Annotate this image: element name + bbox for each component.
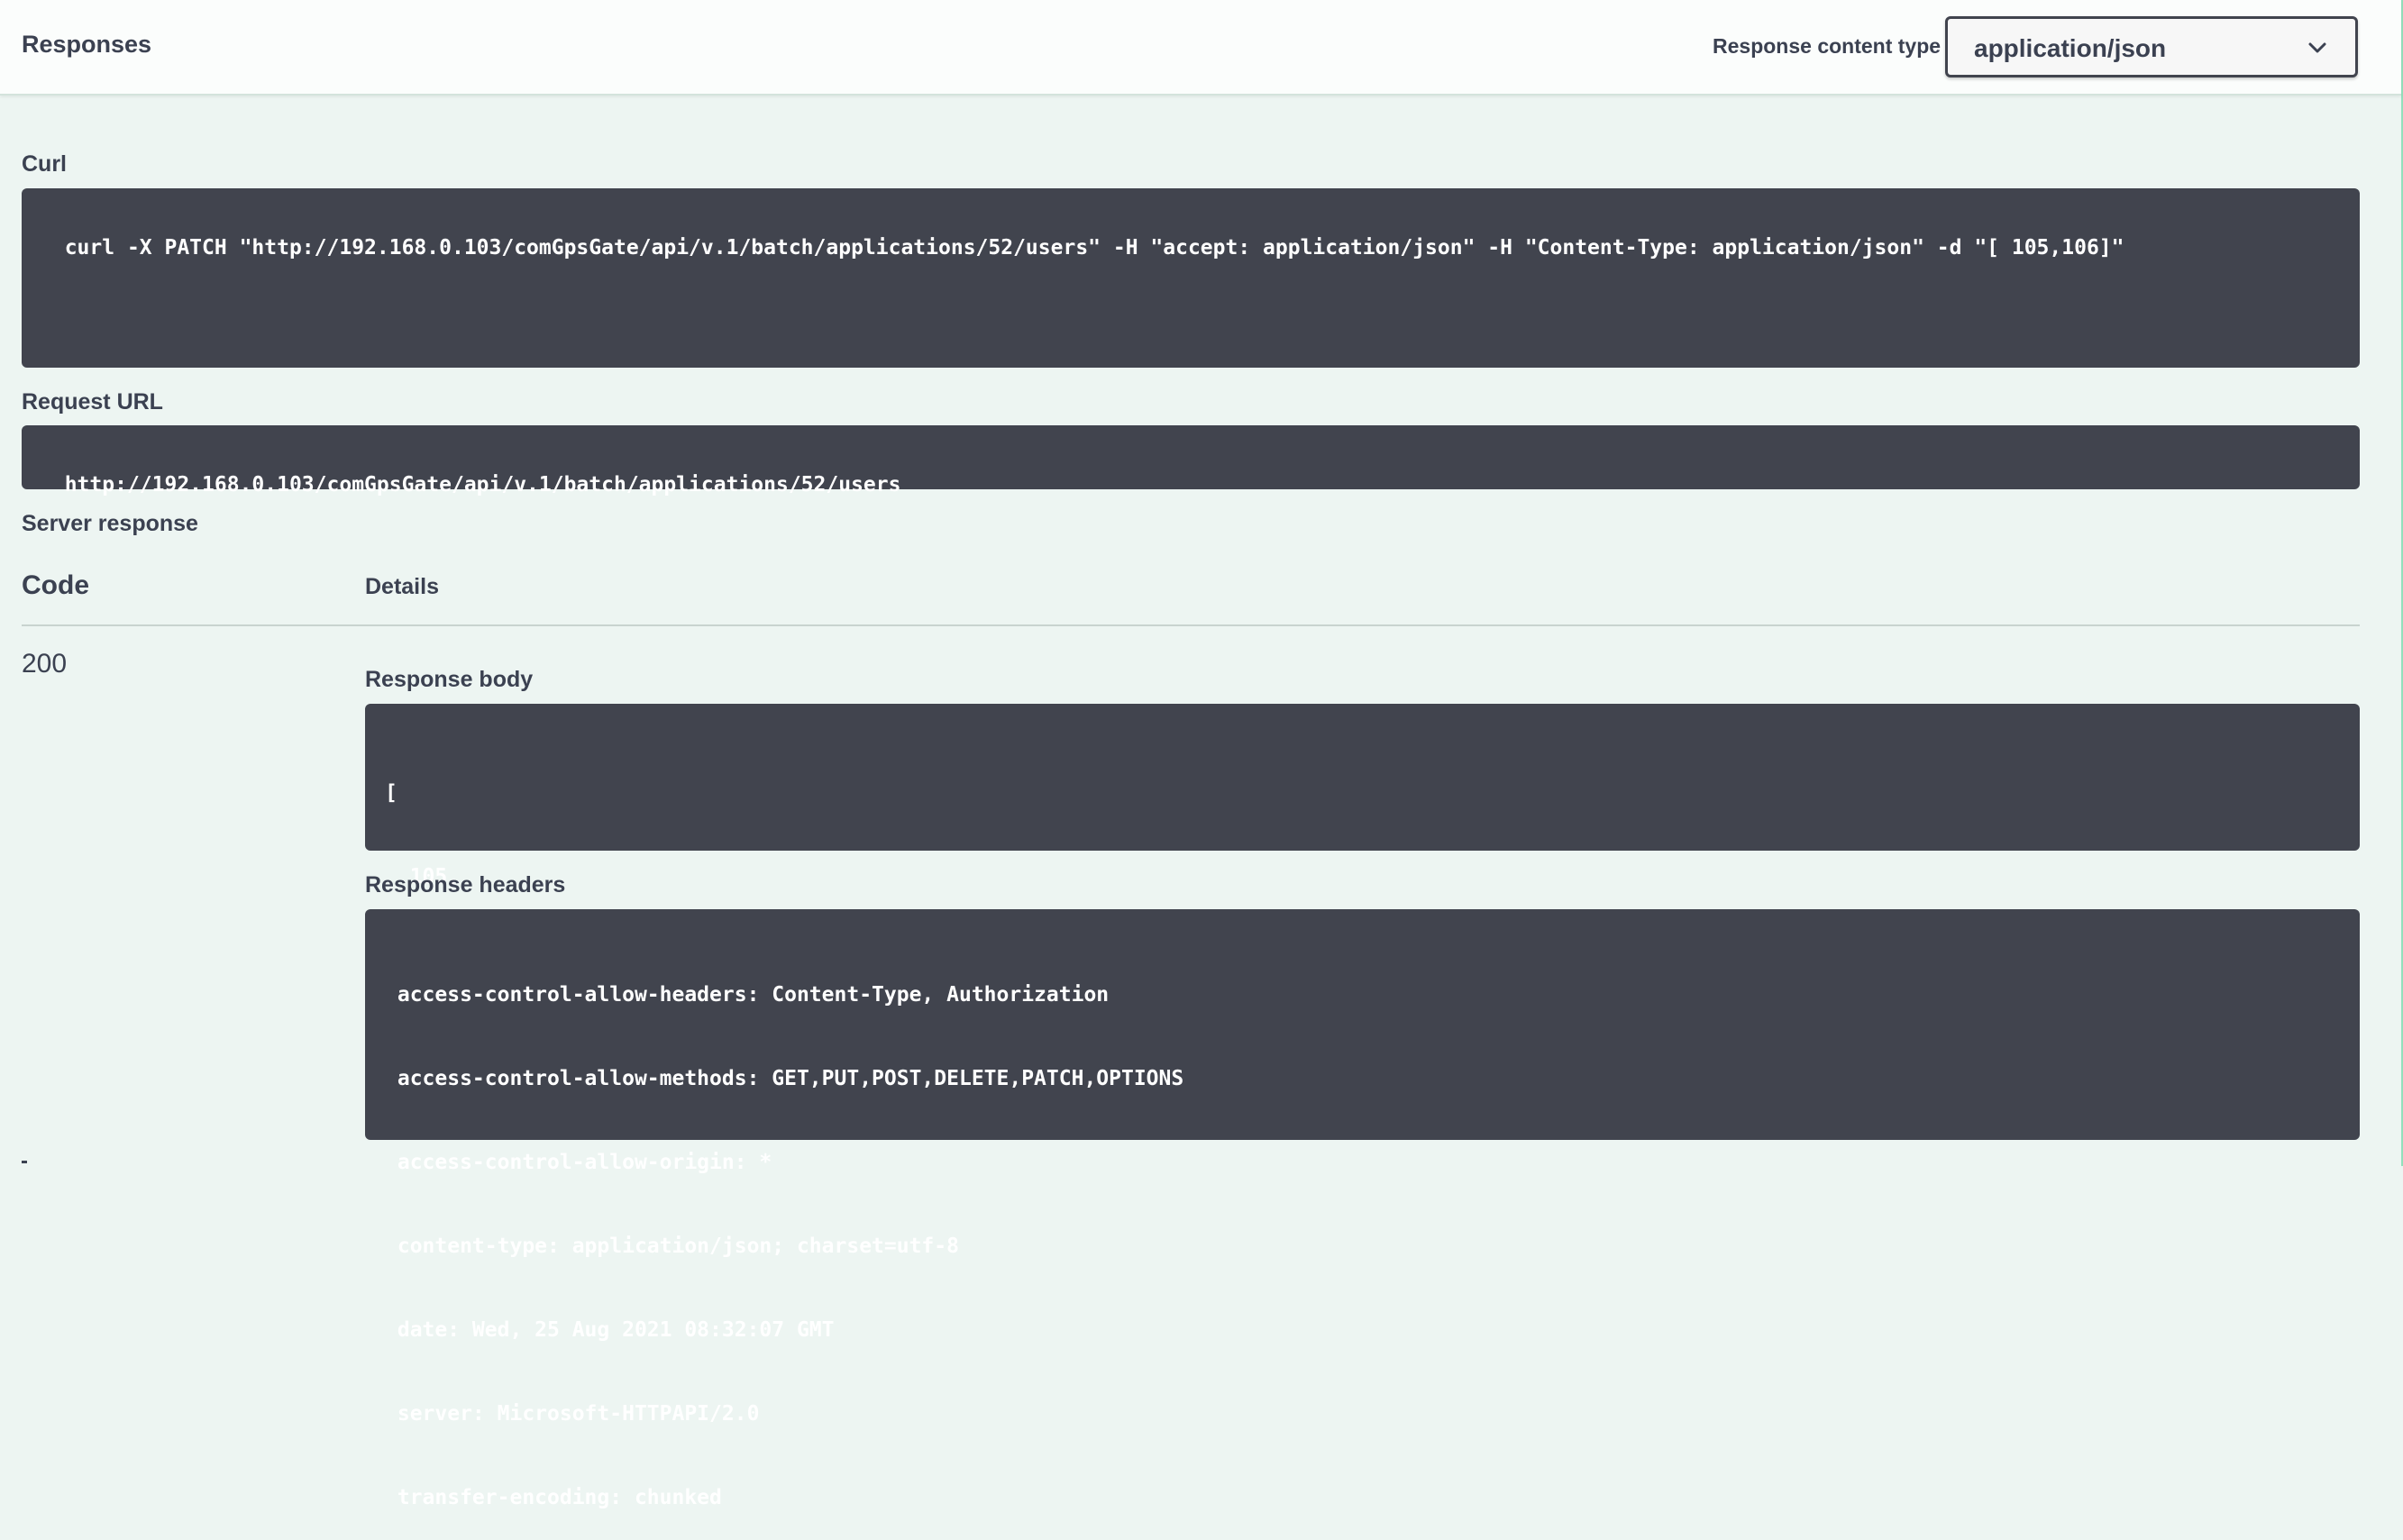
response-header-line: access-control-allow-methods: GET,PUT,PO…	[385, 1067, 1184, 1090]
response-body-block[interactable]: [ 105, 106 ]	[365, 704, 2360, 1056]
response-header-line: transfer-encoding: chunked	[385, 1486, 722, 1509]
response-header-line: content-type: application/json; charset=…	[385, 1235, 959, 1258]
response-table-divider	[22, 624, 2360, 626]
response-body-line: [	[385, 781, 397, 805]
response-header-line: access-control-allow-headers: Content-Ty…	[385, 983, 1110, 1007]
response-content-type-label: Response content type	[1713, 34, 1942, 58]
request-url-text: http://192.168.0.103/comGpsGate/api/v.1/…	[64, 473, 901, 497]
responses-title: Responses	[22, 31, 152, 58]
responses-header: Responses Response content type applicat…	[0, 0, 2401, 96]
response-status-code: 200	[22, 649, 68, 679]
curl-command-block[interactable]: curl -X PATCH "http://192.168.0.103/comG…	[22, 188, 2360, 368]
response-header-line: access-control-allow-origin: *	[385, 1151, 772, 1174]
curl-label: Curl	[22, 151, 67, 177]
response-header-line: date: Wed, 25 Aug 2021 08:32:07 GMT	[385, 1318, 835, 1342]
code-column-header: Code	[22, 570, 89, 600]
request-url-block[interactable]: http://192.168.0.103/comGpsGate/api/v.1/…	[22, 425, 2360, 497]
response-header-line: server: Microsoft-HTTPAPI/2.0	[385, 1402, 760, 1426]
response-headers-block[interactable]: access-control-allow-headers: Content-Ty…	[365, 909, 2360, 1509]
curl-command-text: curl -X PATCH "http://192.168.0.103/comG…	[64, 236, 2124, 260]
details-column-header: Details	[365, 574, 439, 599]
next-section-edge	[22, 1161, 27, 1169]
response-headers-label: Response headers	[365, 872, 566, 898]
response-content-type-select[interactable]: application/json	[1945, 16, 2358, 77]
chevron-down-icon	[2308, 42, 2326, 53]
response-content-type-value: application/json	[1974, 34, 2167, 62]
server-response-label: Server response	[22, 511, 198, 536]
response-body-line: 105,	[385, 865, 461, 888]
response-body-label: Response body	[365, 667, 534, 692]
request-url-label: Request URL	[22, 389, 163, 415]
